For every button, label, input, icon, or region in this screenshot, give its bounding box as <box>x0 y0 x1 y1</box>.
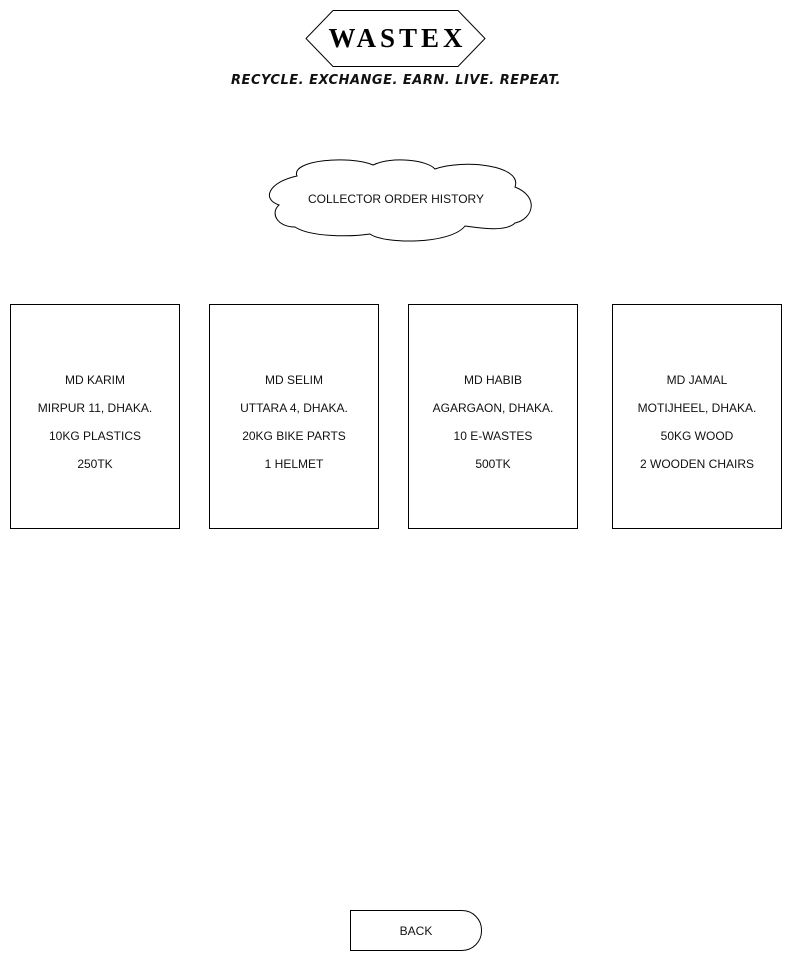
collector-address: MIRPUR 11, DHAKA. <box>37 401 153 415</box>
order-card[interactable]: MD JAMAL MOTIJHEEL, DHAKA. 50KG WOOD 2 W… <box>612 304 782 529</box>
collector-name: MD SELIM <box>264 373 323 387</box>
order-reward: 1 HELMET <box>264 457 324 471</box>
order-reward: 250TK <box>77 457 113 471</box>
order-item: 10 E-WASTES <box>453 429 533 443</box>
collector-name: MD KARIM <box>65 373 125 387</box>
wastex-logo: WASTEX <box>305 10 486 67</box>
order-reward: 2 WOODEN CHAIRS <box>639 457 754 471</box>
order-item: 10KG PLASTICS <box>48 429 142 443</box>
order-card[interactable]: MD HABIB AGARGAON, DHAKA. 10 E-WASTES 50… <box>408 304 578 529</box>
page-title: COLLECTOR ORDER HISTORY <box>307 192 485 206</box>
order-card[interactable]: MD SELIM UTTARA 4, DHAKA. 20KG BIKE PART… <box>209 304 379 529</box>
order-item: 50KG WOOD <box>660 429 734 443</box>
collector-name: MD HABIB <box>463 373 522 387</box>
back-button[interactable]: BACK <box>350 910 482 951</box>
order-card[interactable]: MD KARIM MIRPUR 11, DHAKA. 10KG PLASTICS… <box>10 304 180 529</box>
tagline: RECYCLE. EXCHANGE. EARN. LIVE. REPEAT. <box>231 73 561 88</box>
order-item: 20KG BIKE PARTS <box>242 429 346 443</box>
collector-address: MOTIJHEEL, DHAKA. <box>637 401 757 415</box>
order-reward: 500TK <box>475 457 511 471</box>
page-title-cloud: COLLECTOR ORDER HISTORY <box>265 157 533 243</box>
collector-name: MD JAMAL <box>666 373 728 387</box>
logo-text: WASTEX <box>328 23 467 53</box>
collector-address: AGARGAON, DHAKA. <box>432 401 554 415</box>
collector-address: UTTARA 4, DHAKA. <box>240 401 348 415</box>
